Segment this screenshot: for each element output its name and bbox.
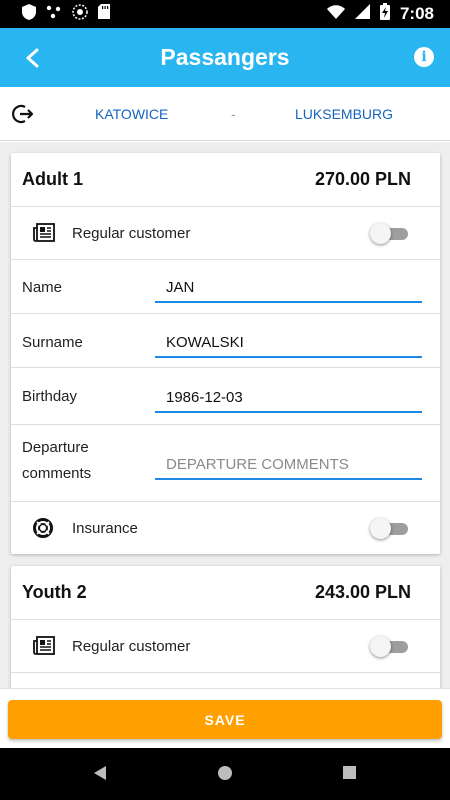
sd-card-icon — [98, 4, 110, 24]
toggle-thumb — [370, 518, 391, 539]
newspaper-icon — [33, 636, 55, 661]
route-separator: - — [231, 105, 236, 122]
toggle-thumb — [370, 636, 391, 657]
arrow-left-icon[interactable] — [18, 44, 46, 72]
save-bar: SAVE — [0, 688, 450, 748]
shield-icon — [22, 3, 36, 25]
clock-time: 7:08 — [399, 4, 434, 23]
departure-comments-row: Departure comments — [11, 425, 440, 502]
battery-charging-icon — [379, 3, 390, 25]
surname-input[interactable] — [155, 328, 422, 358]
passenger-price: 270.00 PLN — [314, 169, 411, 189]
passenger-card-header: Youth 2 243.00 PLN — [11, 566, 440, 620]
system-nav-bar — [0, 748, 450, 800]
info-icon[interactable]: i — [414, 47, 434, 67]
insurance-row[interactable]: Insurance — [11, 502, 440, 555]
route-to: LUKSEMBURG — [295, 105, 394, 122]
regular-customer-row[interactable]: Regular customer — [11, 207, 440, 260]
passenger-type: Adult 1 — [22, 169, 83, 189]
birthday-row: Birthday — [11, 368, 440, 425]
recents-square-icon[interactable] — [342, 765, 357, 785]
dots-icon — [46, 5, 62, 24]
home-circle-icon[interactable] — [217, 765, 233, 786]
regular-customer-label: Regular customer — [72, 638, 191, 655]
passengers-list[interactable]: Adult 1 270.00 PLN Regular customer Name… — [0, 142, 450, 688]
exit-icon[interactable] — [12, 103, 34, 125]
save-button[interactable]: SAVE — [8, 700, 442, 739]
insurance-toggle[interactable] — [370, 517, 410, 539]
departure-comments-input[interactable] — [155, 450, 422, 480]
passenger-card: Adult 1 270.00 PLN Regular customer Name… — [11, 153, 440, 554]
route-from: KATOWICE — [95, 105, 169, 122]
departure-comments-label-line2: comments — [22, 465, 92, 482]
sync-icon — [72, 3, 88, 25]
name-label: Name — [22, 279, 63, 296]
surname-row: Surname — [11, 314, 440, 368]
name-row: Name — [11, 260, 440, 314]
regular-customer-label: Regular customer — [72, 225, 191, 242]
wifi-icon — [326, 4, 345, 24]
departure-comments-label-line1: Departure — [22, 439, 89, 456]
surname-label: Surname — [22, 334, 83, 351]
insurance-label: Insurance — [72, 520, 138, 537]
regular-customer-row[interactable]: Regular customer — [11, 620, 440, 673]
regular-customer-toggle[interactable] — [370, 635, 410, 657]
status-bar: 7:08 — [0, 0, 450, 28]
lifebuoy-icon — [33, 518, 53, 543]
passenger-price: 243.00 PLN — [314, 582, 411, 602]
app-bar: Passangers i — [0, 28, 450, 87]
page-title: Passangers — [160, 44, 290, 70]
regular-customer-toggle[interactable] — [370, 222, 410, 244]
passenger-card: Youth 2 243.00 PLN Regular customer — [11, 566, 440, 688]
birthday-label: Birthday — [22, 388, 78, 405]
name-input[interactable] — [155, 273, 422, 303]
passenger-type: Youth 2 — [22, 582, 87, 602]
toggle-thumb — [370, 223, 391, 244]
passenger-card-header: Adult 1 270.00 PLN — [11, 153, 440, 207]
back-triangle-icon[interactable] — [92, 765, 108, 786]
newspaper-icon — [33, 223, 55, 248]
birthday-input[interactable] — [155, 383, 422, 413]
route-bar: KATOWICE - LUKSEMBURG — [0, 87, 450, 141]
signal-icon — [354, 4, 370, 24]
